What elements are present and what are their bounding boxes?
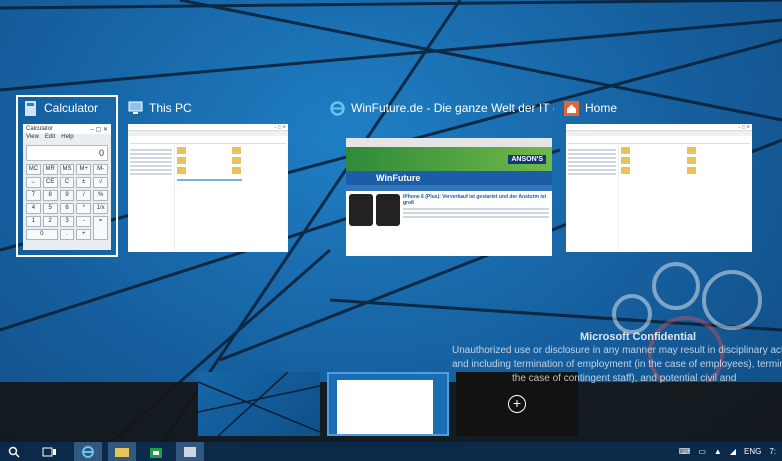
app-icon[interactable]	[176, 442, 204, 461]
calc-key[interactable]: C	[59, 177, 75, 188]
article-headline[interactable]: iPhone 6 (Plus): Ververkauf ist gestarte…	[403, 194, 549, 206]
this-pc-icon	[128, 101, 143, 116]
browser-thumbnail[interactable]: ANSON'S WinFuture iPhone 6 (Plus): Verve…	[346, 138, 552, 256]
phone-image	[349, 194, 373, 226]
plus-icon: +	[508, 395, 526, 413]
calc-key[interactable]: .	[59, 229, 75, 240]
system-tray: ⌨ ▭ ▲ ◢ ENG 7:	[679, 442, 776, 461]
calc-key[interactable]: 7	[26, 190, 41, 201]
calc-key[interactable]: 0	[26, 229, 58, 240]
folder-icon	[176, 157, 186, 164]
calc-key-equals[interactable]: =	[93, 216, 108, 240]
task-title: WinFuture.de - Die ganze Welt der IT - I…	[330, 96, 554, 120]
calc-key[interactable]: CE	[42, 177, 58, 188]
navigation-pane	[566, 145, 620, 251]
calc-key[interactable]: +	[76, 229, 92, 240]
calculator-display: 0	[26, 145, 108, 161]
this-pc-thumbnail[interactable]: – ▢ ✕	[128, 124, 288, 252]
calc-key[interactable]: MS	[59, 164, 75, 175]
folder-icon	[621, 167, 631, 174]
calc-key[interactable]: 6	[59, 203, 75, 214]
folder-grid	[175, 145, 288, 251]
calc-key[interactable]: 1/x	[93, 203, 108, 214]
folder-icon	[176, 167, 186, 174]
calc-key[interactable]: /	[76, 190, 92, 201]
folder-grid	[619, 145, 752, 251]
internet-explorer-icon[interactable]	[74, 442, 102, 461]
calculator-keypad: MC MR MS M+ M- ← CE C ± √ 7 8 9 / % 4 5 …	[26, 164, 108, 240]
file-explorer-icon[interactable]	[108, 442, 136, 461]
network-icon[interactable]: ▲	[714, 447, 722, 456]
folder-icon	[232, 147, 242, 154]
window-controls: – ▢ ✕	[738, 124, 750, 129]
folder-icon	[686, 167, 696, 174]
calc-key[interactable]: 9	[59, 190, 75, 201]
calc-key[interactable]: 1	[26, 216, 41, 227]
calc-key[interactable]: %	[93, 190, 108, 201]
calc-key[interactable]: *	[76, 203, 92, 214]
desktop-2-thumbnail[interactable]	[327, 372, 449, 436]
calc-key[interactable]: ←	[26, 177, 41, 188]
calc-key[interactable]: M-	[93, 164, 108, 175]
desktop-1-thumbnail[interactable]	[198, 372, 320, 436]
clock[interactable]: 7:	[769, 447, 776, 456]
volume-icon[interactable]: ◢	[730, 447, 736, 456]
calc-key[interactable]: MR	[42, 164, 58, 175]
desktop-window-preview	[337, 380, 433, 434]
phone-image	[376, 194, 400, 226]
calc-key[interactable]: -	[76, 216, 92, 227]
calc-key[interactable]: 4	[26, 203, 41, 214]
search-icon[interactable]	[0, 442, 28, 461]
keyboard-icon[interactable]: ⌨	[679, 447, 691, 456]
calc-key[interactable]: 8	[42, 190, 58, 201]
folder-icon	[686, 157, 696, 164]
calc-key[interactable]: √	[93, 177, 108, 188]
confidential-title: Microsoft Confidential	[580, 331, 697, 343]
folder-icon	[686, 147, 696, 154]
home-icon	[564, 100, 579, 116]
taskbar: ⌨ ▭ ▲ ◢ ENG 7:	[0, 442, 782, 461]
folder-icon	[621, 157, 631, 164]
store-icon[interactable]	[142, 442, 170, 461]
internet-explorer-icon	[330, 100, 345, 116]
task-view-icon[interactable]	[36, 442, 64, 461]
task-title: Home	[564, 96, 752, 120]
browser-tab-bar	[346, 138, 552, 147]
task-title: This PC	[128, 96, 288, 120]
folder-icon	[176, 147, 186, 154]
folder-icon	[232, 167, 242, 174]
ad-banner: ANSON'S	[346, 147, 552, 171]
address-bar	[130, 137, 286, 144]
site-logo: WinFuture	[346, 171, 552, 185]
navigation-pane	[128, 145, 175, 251]
calculator-thumbnail[interactable]: Calculator – ▢ ✕ View Edit Help 0 MC MR M…	[23, 124, 111, 250]
folder-icon	[621, 147, 631, 154]
ribbon	[566, 131, 752, 136]
window-controls: – ▢ ✕	[90, 126, 108, 133]
ribbon	[128, 131, 288, 136]
calc-key[interactable]: MC	[26, 164, 41, 175]
menu-view[interactable]: View	[26, 134, 39, 142]
calc-key[interactable]: ±	[76, 177, 92, 188]
calc-key[interactable]: M+	[76, 164, 92, 175]
window-title: Calculator	[26, 126, 54, 132]
window-controls: – ▢ ✕	[274, 124, 286, 129]
calc-key[interactable]: 2	[42, 216, 58, 227]
menu-edit[interactable]: Edit	[45, 134, 55, 142]
home-thumbnail[interactable]: – ▢ ✕	[566, 124, 752, 252]
calc-key[interactable]: 5	[42, 203, 58, 214]
notifications-icon[interactable]: ▭	[698, 447, 706, 456]
calc-key[interactable]: 3	[59, 216, 75, 227]
address-bar	[568, 137, 750, 144]
calculator-icon	[23, 100, 38, 116]
task-title: Calculator	[23, 96, 118, 120]
language-indicator[interactable]: ENG	[744, 447, 761, 456]
menu-help[interactable]: Help	[61, 134, 73, 142]
folder-icon	[232, 157, 242, 164]
